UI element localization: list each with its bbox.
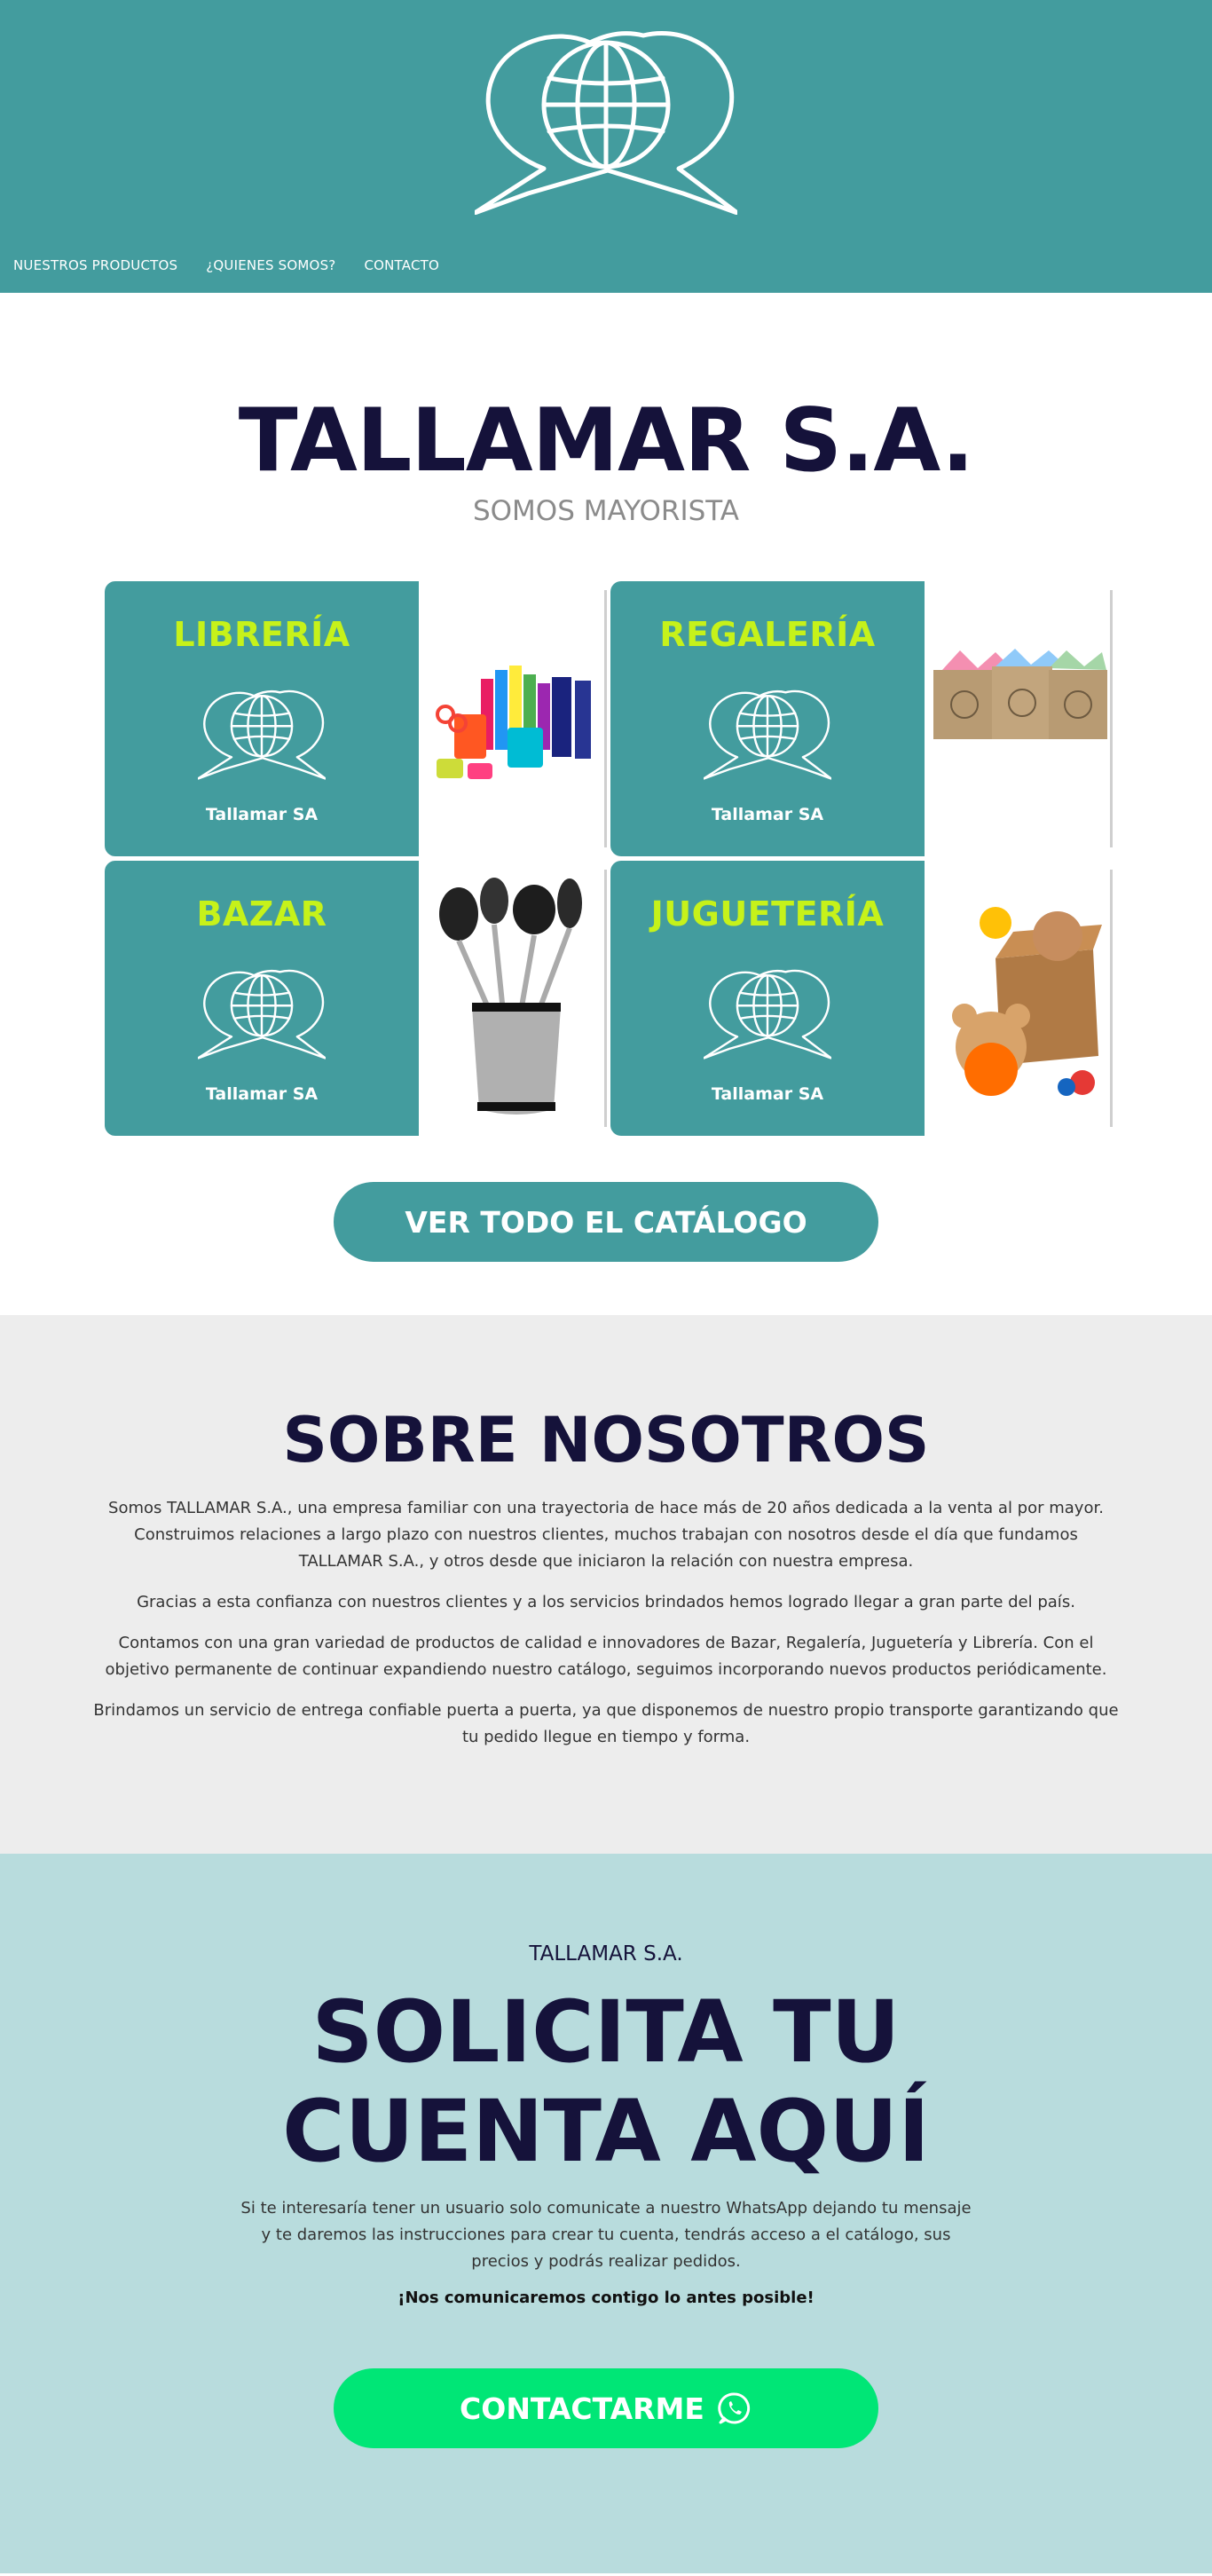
contact-button-label: CONTACTARME: [460, 2391, 704, 2426]
site-header: NUESTROS PRODUCTOS ¿QUIENES SOMOS? CONTA…: [0, 0, 1212, 293]
nav-link-about[interactable]: ¿QUIENES SOMOS?: [206, 257, 335, 273]
account-request-section: TALLAMAR S.A. SOLICITA TU CUENTA AQUÍ Si…: [0, 1854, 1212, 2573]
hero-section: TALLAMAR S.A. SOMOS MAYORISTA LIBRERÍA T…: [0, 293, 1212, 1315]
signup-note: ¡Nos comunicaremos contigo lo antes posi…: [397, 2288, 815, 2307]
category-brand: Tallamar SA: [205, 1084, 319, 1104]
globe-speech-bubbles-icon[interactable]: [475, 27, 737, 215]
view-catalog-button[interactable]: VER TODO EL CATÁLOGO: [334, 1182, 878, 1262]
category-card-bazar[interactable]: BAZAR Tallamar SA: [105, 861, 607, 1136]
globe-speech-bubbles-icon: [198, 967, 326, 1060]
signup-title: SOLICITA TU CUENTA AQUÍ: [0, 1982, 1212, 2181]
category-brand: Tallamar SA: [205, 805, 319, 824]
about-paragraph: Gracias a esta confianza con nuestros cl…: [137, 1593, 1075, 1611]
category-title: REGALERÍA: [659, 615, 876, 654]
category-title: JUGUETERÍA: [650, 894, 885, 934]
nav-link-contact[interactable]: CONTACTO: [364, 257, 439, 273]
contact-whatsapp-button[interactable]: CONTACTARME: [334, 2368, 878, 2448]
stationery-image: [419, 581, 607, 856]
signup-eyebrow: TALLAMAR S.A.: [529, 1942, 683, 1965]
card-divider: [604, 870, 607, 1127]
about-body: Somos TALLAMAR S.A., una empresa familia…: [93, 1495, 1119, 1765]
about-section: SOBRE NOSOTROS Somos TALLAMAR S.A., una …: [0, 1315, 1212, 1854]
category-title: BAZAR: [196, 894, 327, 934]
card-divider: [604, 590, 607, 847]
nav-link-products[interactable]: NUESTROS PRODUCTOS: [13, 257, 177, 273]
signup-title-line: CUENTA AQUÍ: [282, 2082, 930, 2181]
signup-description: Si te interesaría tener un usuario solo …: [240, 2199, 972, 2271]
card-divider: [1110, 870, 1113, 1127]
category-title: LIBRERÍA: [173, 615, 350, 654]
toys-box-image: [925, 861, 1113, 1136]
about-title: SOBRE NOSOTROS: [282, 1404, 930, 1477]
whatsapp-icon: [718, 2392, 750, 2424]
card-divider: [1110, 590, 1113, 847]
globe-speech-bubbles-icon: [198, 688, 326, 780]
category-card-jugueteria[interactable]: JUGUETERÍA Tallamar SA: [610, 861, 1113, 1136]
about-paragraph: Brindamos un servicio de entrega confiab…: [93, 1701, 1119, 1746]
main-nav: NUESTROS PRODUCTOS ¿QUIENES SOMOS? CONTA…: [13, 257, 439, 273]
signup-title-line: SOLICITA TU: [311, 1982, 901, 2082]
company-title: TALLAMAR S.A.: [238, 390, 974, 492]
about-paragraph: Somos TALLAMAR S.A., una empresa familia…: [108, 1499, 1104, 1571]
globe-speech-bubbles-icon: [704, 967, 831, 1060]
gift-bags-image: [925, 581, 1113, 856]
category-card-libreria[interactable]: LIBRERÍA Tallamar SA: [105, 581, 607, 856]
category-brand: Tallamar SA: [711, 805, 824, 824]
company-subtitle: SOMOS MAYORISTA: [472, 495, 740, 527]
globe-speech-bubbles-icon: [704, 688, 831, 780]
kitchen-utensils-image: [419, 861, 607, 1136]
about-paragraph: Contamos con una gran variedad de produc…: [105, 1634, 1107, 1679]
category-card-regaleria[interactable]: REGALERÍA Tallamar SA: [610, 581, 1113, 856]
category-brand: Tallamar SA: [711, 1084, 824, 1104]
